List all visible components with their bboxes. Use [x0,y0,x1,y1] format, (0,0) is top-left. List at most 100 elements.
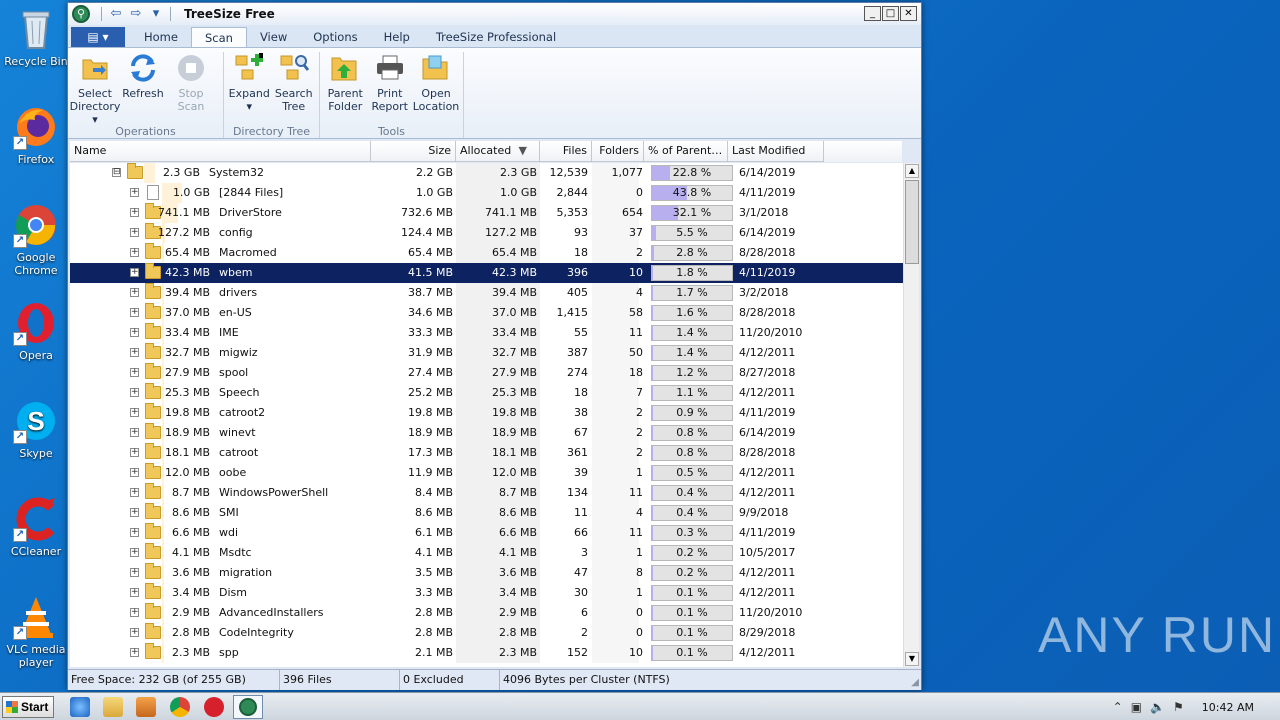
start-button[interactable]: Start [2,696,54,718]
table-row[interactable]: +6.6 MB wdi 6.1 MB 6.6 MB 66 11 0.3 % 4/11/2019 [70,523,903,543]
expand-button[interactable]: Expand ▾ [228,52,271,124]
folder-name[interactable]: Speech [219,383,260,403]
expand-toggle-icon[interactable]: + [130,548,139,557]
desktop-icon-opera[interactable]: ↗ Opera [4,300,68,362]
folder-name[interactable]: Dism [219,583,247,603]
folder-name[interactable]: System32 [209,163,264,183]
folder-name[interactable]: DriverStore [219,203,282,223]
desktop-icon-skype[interactable]: S ↗ Skype [4,398,68,460]
table-row[interactable]: +18.1 MB catroot 17.3 MB 18.1 MB 361 2 0.8 % 8/… [70,443,903,463]
stop-scan-button[interactable]: Stop Scan [168,52,214,124]
network-icon[interactable]: ▣ [1131,700,1142,714]
desktop-icon-firefox[interactable]: ↗ Firefox [4,104,68,166]
expand-toggle-icon[interactable]: + [130,268,139,277]
folder-name[interactable]: SMI [219,503,239,523]
folder-name[interactable]: spool [219,363,248,383]
scroll-up-icon[interactable]: ▲ [905,164,919,178]
folder-name[interactable]: IME [219,323,239,343]
table-row[interactable]: +3.4 MB Dism 3.3 MB 3.4 MB 30 1 0.1 % 4/12/2011 [70,583,903,603]
expand-toggle-icon[interactable]: + [130,208,139,217]
treesize-logo-icon[interactable]: ⚲ [72,5,90,23]
table-row[interactable]: ⊟ 2.3 GB System32 2.2 GB 2.3 GB 12,539 1,077 22… [70,163,903,183]
expand-toggle-icon[interactable]: + [130,388,139,397]
expand-toggle-icon[interactable]: + [130,648,139,657]
search-tree-button[interactable]: Search Tree [273,52,316,124]
treesize-taskbar-button[interactable] [233,695,263,719]
maximize-button[interactable]: □ [882,6,899,21]
column-header-allocated[interactable]: Allocated ▼ [456,141,540,162]
tab-home[interactable]: Home [131,27,191,47]
column-header-size[interactable]: Size [371,141,456,162]
table-row[interactable]: +18.9 MB winevt 18.9 MB 18.9 MB 67 2 0.8 % 6/14… [70,423,903,443]
parent-folder-button[interactable]: Parent Folder [324,52,367,124]
folder-name[interactable]: catroot2 [219,403,265,423]
table-row[interactable]: +19.8 MB catroot2 19.8 MB 19.8 MB 38 2 0.9 % 4/… [70,403,903,423]
table-row[interactable]: +1.0 GB [2844 Files] 1.0 GB 1.0 GB 2,844 0 43.… [70,183,903,203]
title-bar[interactable]: ⚲ ⇦ ⇨ ▾ TreeSize Free _ □ ✕ [68,3,921,25]
table-row[interactable]: +127.2 MB config 124.4 MB 127.2 MB 93 37 5.5 %… [70,223,903,243]
expand-toggle-icon[interactable]: + [130,528,139,537]
open-location-button[interactable]: Open Location [413,52,459,124]
folder-name[interactable]: drivers [219,283,257,303]
folder-name[interactable]: CodeIntegrity [219,623,294,643]
desktop-icon-recycle-bin[interactable]: Recycle Bin [4,6,68,68]
tab-help[interactable]: Help [371,27,423,47]
print-report-button[interactable]: Print Report [369,52,412,124]
clock[interactable]: 10:42 AM [1202,701,1254,714]
folder-name[interactable]: Msdtc [219,543,252,563]
folder-name[interactable]: config [219,223,253,243]
media-player-taskbar-icon[interactable] [136,697,156,717]
table-row[interactable]: +2.8 MB CodeIntegrity 2.8 MB 2.8 MB 2 0 0.1 % 8… [70,623,903,643]
opera-taskbar-icon[interactable] [204,697,224,717]
internet-explorer-taskbar-icon[interactable] [70,697,90,717]
folder-name[interactable]: [2844 Files] [219,183,283,203]
table-row[interactable]: +33.4 MB IME 33.3 MB 33.4 MB 55 11 1.4 % 11/20/… [70,323,903,343]
expand-toggle-icon[interactable]: + [130,328,139,337]
scroll-down-icon[interactable]: ▼ [905,652,919,666]
expand-toggle-icon[interactable]: + [130,508,139,517]
desktop-icon-vlc[interactable]: ↗ VLC media player [4,594,68,669]
select-directory-button[interactable]: Select Directory ▾ [70,52,120,126]
table-row[interactable]: +25.3 MB Speech 25.2 MB 25.3 MB 18 7 1.1 % 4/12… [70,383,903,403]
expand-toggle-icon[interactable]: + [130,228,139,237]
table-row[interactable]: +65.4 MB Macromed 65.4 MB 65.4 MB 18 2 2.8 % 8/… [70,243,903,263]
folder-name[interactable]: wdi [219,523,238,543]
table-row[interactable]: +2.9 MB AdvancedInstallers 2.8 MB 2.9 MB 6 0 0… [70,603,903,623]
collapse-toggle-icon[interactable]: ⊟ [112,168,121,177]
folder-name[interactable]: migwiz [219,343,258,363]
desktop-icon-ccleaner[interactable]: ↗ CCleaner [4,496,68,558]
refresh-button[interactable]: Refresh [120,52,166,124]
column-header-percent-of-parent[interactable]: % of Parent… [644,141,728,162]
expand-toggle-icon[interactable]: + [130,368,139,377]
qat-dropdown-icon[interactable]: ▾ [147,6,165,22]
expand-toggle-icon[interactable]: + [130,308,139,317]
desktop-icon-chrome[interactable]: ↗ Google Chrome [4,202,68,277]
expand-toggle-icon[interactable]: + [130,488,139,497]
table-row[interactable]: +8.7 MB WindowsPowerShell 8.4 MB 8.7 MB 134 1… [70,483,903,503]
folder-name[interactable]: oobe [219,463,246,483]
table-row[interactable]: +27.9 MB spool 27.4 MB 27.9 MB 274 18 1.2 % 8/2… [70,363,903,383]
table-row[interactable]: +39.4 MB drivers 38.7 MB 39.4 MB 405 4 1.7 % 3/… [70,283,903,303]
resize-grip-icon[interactable]: ◢ [911,677,919,688]
column-header-folders[interactable]: Folders [592,141,644,162]
volume-icon[interactable]: 🔈 [1150,700,1165,714]
scroll-thumb[interactable] [905,180,919,264]
tab-scan[interactable]: Scan [190,27,247,47]
table-row[interactable]: +8.6 MB SMI 8.6 MB 8.6 MB 11 4 0.4 % 9/9/2018 [70,503,903,523]
minimize-button[interactable]: _ [864,6,881,21]
expand-toggle-icon[interactable]: + [130,448,139,457]
table-row[interactable]: +4.1 MB Msdtc 4.1 MB 4.1 MB 3 1 0.2 % 10/5/2017 [70,543,903,563]
table-row-selected[interactable]: +42.3 MB wbem 41.5 MB 42.3 MB 396 10 1.8 % 4/11… [70,263,903,283]
expand-toggle-icon[interactable]: + [130,348,139,357]
folder-name[interactable]: en-US [219,303,252,323]
table-row[interactable]: +12.0 MB oobe 11.9 MB 12.0 MB 39 1 0.5 % 4/12/2… [70,463,903,483]
folder-name[interactable]: catroot [219,443,258,463]
folder-name[interactable]: winevt [219,423,256,443]
folder-name[interactable]: migration [219,563,272,583]
expand-toggle-icon[interactable]: + [130,288,139,297]
expand-toggle-icon[interactable]: + [130,568,139,577]
expand-toggle-icon[interactable]: + [130,628,139,637]
tab-options[interactable]: Options [300,27,370,47]
close-button[interactable]: ✕ [900,6,917,21]
table-row[interactable]: +741.1 MB DriverStore 732.6 MB 741.1 MB 5,35… [70,203,903,223]
